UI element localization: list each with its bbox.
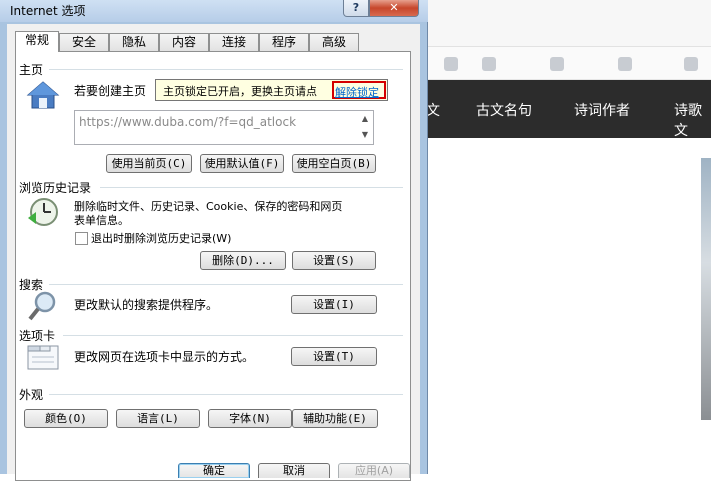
close-button[interactable]: ✕ (369, 0, 419, 17)
scroll-up-icon[interactable]: ▲ (357, 111, 373, 127)
group-divider (100, 187, 403, 188)
site-nav-bar: 文 古文名句 诗词作者 诗歌文 (420, 80, 711, 140)
help-button[interactable]: ? (343, 0, 369, 17)
favorites-bar (420, 47, 711, 80)
tab-security[interactable]: 安全 (59, 33, 109, 51)
group-title-appearance: 外观 (19, 388, 44, 402)
site-nav-item[interactable]: 文 (426, 100, 440, 120)
apply-button[interactable]: 应用(A) (338, 463, 410, 478)
use-current-button[interactable]: 使用当前页(C) (106, 154, 192, 173)
tab-general[interactable]: 常规 (15, 31, 59, 52)
dialog-title: Internet 选项 (10, 4, 86, 18)
search-settings-button[interactable]: 设置(I) (291, 295, 377, 314)
unlock-link[interactable]: 解除锁定 (335, 84, 379, 100)
site-nav-item[interactable]: 古文名句 (476, 100, 532, 120)
ok-button[interactable]: 确定 (178, 463, 250, 478)
group-divider (49, 69, 403, 70)
history-settings-button[interactable]: 设置(S) (292, 251, 376, 270)
site-nav-item[interactable]: 诗词作者 (574, 100, 630, 120)
tooltip-text: 主页锁定已开启，更换主页请点 (163, 85, 317, 98)
unlock-link-highlight[interactable]: 解除锁定 (332, 81, 386, 99)
favorite-icon[interactable] (482, 57, 496, 71)
favorite-icon[interactable] (618, 57, 632, 71)
group-divider (49, 394, 403, 395)
favorite-icon[interactable] (684, 57, 698, 71)
url-field-scroll[interactable]: ▲ ▼ (357, 111, 373, 144)
dialog-titlebar[interactable]: Internet 选项 ? ✕ (0, 0, 428, 22)
home-icon (26, 81, 60, 109)
home-page-url-field[interactable]: https://www.duba.com/?f=qd_atlock ▲ ▼ (74, 110, 374, 145)
tabs-description: 更改网页在选项卡中显示的方式。 (74, 350, 255, 364)
languages-button[interactable]: 语言(L) (116, 409, 200, 428)
delete-on-exit-checkbox[interactable] (75, 232, 88, 245)
history-clock-icon (28, 198, 58, 226)
tabs-window-icon (27, 345, 59, 370)
homepage-lock-tooltip: 主页锁定已开启，更换主页请点 解除锁定 (155, 79, 388, 101)
cancel-button[interactable]: 取消 (258, 463, 330, 478)
search-description: 更改默认的搜索提供程序。 (74, 298, 219, 312)
home-description: 若要创建主页 (74, 84, 147, 98)
delete-on-exit-label[interactable]: 退出时删除浏览历史记录(W) (91, 230, 231, 246)
tab-programs[interactable]: 程序 (259, 33, 309, 51)
colors-button[interactable]: 颜色(O) (24, 409, 108, 428)
tab-connections[interactable]: 连接 (209, 33, 259, 51)
tab-content[interactable]: 内容 (159, 33, 209, 51)
favorite-icon[interactable] (550, 57, 564, 71)
group-divider (63, 335, 403, 336)
group-title-history: 浏览历史记录 (19, 181, 92, 195)
scroll-down-icon[interactable]: ▼ (357, 127, 373, 143)
group-title-home: 主页 (19, 63, 44, 77)
search-magnifier-icon (28, 291, 56, 321)
group-divider (49, 284, 403, 285)
tab-advanced[interactable]: 高级 (309, 33, 359, 51)
site-nav-item[interactable]: 诗歌文 (674, 100, 711, 140)
site-image-thumbnail[interactable] (701, 158, 711, 420)
history-description-line2: 表单信息。 (74, 214, 129, 227)
tabs-settings-button[interactable]: 设置(T) (291, 347, 377, 366)
favorite-icon[interactable] (444, 57, 458, 71)
browser-tab-strip (420, 0, 711, 47)
accessibility-button[interactable]: 辅助功能(E) (292, 409, 378, 428)
internet-options-dialog: Internet 选项 ? ✕ 常规 安全 隐私 内容 连接 程序 高级 主页 … (0, 0, 428, 481)
fonts-button[interactable]: 字体(N) (208, 409, 292, 428)
use-default-button[interactable]: 使用默认值(F) (200, 154, 284, 173)
delete-history-button[interactable]: 删除(D)... (200, 251, 286, 270)
home-page-url: https://www.duba.com/?f=qd_atlock (79, 115, 297, 129)
use-blank-button[interactable]: 使用空白页(B) (292, 154, 376, 173)
tab-panel-general: 主页 若要创建主页 https://www.duba.com/?f=qd_atl… (15, 51, 411, 481)
tab-privacy[interactable]: 隐私 (109, 33, 159, 51)
